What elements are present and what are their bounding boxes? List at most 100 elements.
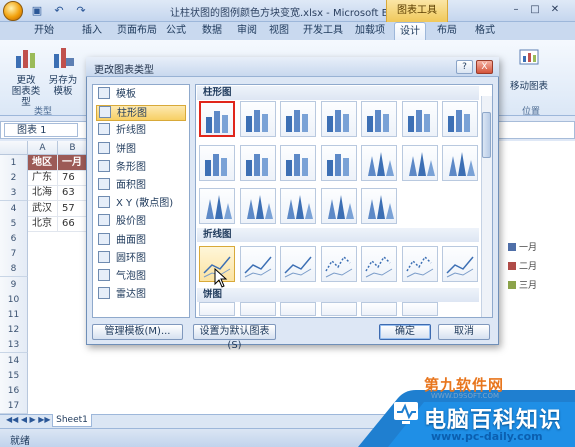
- line-chart-thumbnail[interactable]: [280, 246, 316, 282]
- row-header[interactable]: 9: [0, 276, 28, 293]
- cell[interactable]: 63: [58, 185, 88, 202]
- category-item[interactable]: 股价图: [96, 214, 186, 230]
- row-header[interactable]: 8: [0, 261, 28, 278]
- pie-chart-thumbnail[interactable]: [401, 302, 438, 316]
- cell[interactable]: 地区: [28, 155, 58, 171]
- category-item[interactable]: 折线图: [96, 123, 186, 139]
- pie-chart-thumbnail[interactable]: [280, 302, 316, 316]
- column-chart-thumbnail[interactable]: [320, 188, 357, 224]
- sheet-tab-sheet1[interactable]: Sheet1: [52, 414, 92, 427]
- cell[interactable]: 武汉: [28, 200, 58, 217]
- column-chart-thumbnail[interactable]: [442, 145, 478, 181]
- pie-chart-thumbnail[interactable]: [239, 302, 276, 316]
- column-chart-thumbnail[interactable]: [361, 101, 397, 137]
- tab-formulas[interactable]: 公式: [161, 22, 191, 40]
- row-header[interactable]: 16: [0, 383, 28, 399]
- tab-design[interactable]: 设计: [394, 22, 426, 40]
- sheet-nav-arrows-icon[interactable]: ◀◀ ◀ ▶ ▶▶: [6, 415, 51, 424]
- tab-home[interactable]: 开始: [29, 22, 59, 40]
- category-item[interactable]: 面积图: [96, 178, 186, 194]
- category-item[interactable]: 柱形图: [96, 105, 186, 122]
- row-header[interactable]: 4: [0, 200, 28, 217]
- column-chart-thumbnail[interactable]: [320, 145, 357, 181]
- row-header[interactable]: 12: [0, 322, 28, 339]
- cell[interactable]: 北京: [28, 215, 58, 232]
- row-header[interactable]: 1: [0, 155, 28, 171]
- save-icon[interactable]: ▣: [30, 4, 44, 18]
- tab-format[interactable]: 格式: [470, 22, 500, 40]
- row-header[interactable]: 14: [0, 352, 28, 369]
- column-chart-thumbnail[interactable]: [442, 101, 478, 137]
- column-chart-thumbnail[interactable]: [401, 145, 438, 181]
- tab-view[interactable]: 视图: [264, 22, 294, 40]
- select-all-corner[interactable]: [0, 141, 28, 155]
- column-chart-thumbnail[interactable]: [239, 188, 276, 224]
- row-header[interactable]: 6: [0, 231, 28, 247]
- row-header[interactable]: 2: [0, 170, 28, 187]
- tab-page-layout[interactable]: 页面布局: [112, 22, 162, 40]
- cell[interactable]: 北海: [28, 185, 58, 202]
- column-chart-thumbnail[interactable]: [361, 145, 397, 181]
- minimize-icon[interactable]: –: [508, 3, 524, 18]
- line-chart-thumbnail[interactable]: [361, 246, 397, 282]
- tab-data[interactable]: 数据: [197, 22, 227, 40]
- row-header[interactable]: 7: [0, 246, 28, 263]
- category-item[interactable]: 圆环图: [96, 250, 186, 267]
- column-chart-thumbnail[interactable]: [199, 145, 235, 181]
- column-chart-thumbnail[interactable]: [401, 101, 438, 137]
- column-chart-thumbnail[interactable]: [361, 188, 397, 224]
- dialog-close-button[interactable]: X: [476, 60, 493, 74]
- column-chart-thumbnail[interactable]: [280, 145, 316, 181]
- column-chart-thumbnail[interactable]: [239, 101, 276, 137]
- category-item[interactable]: 模板: [96, 87, 186, 103]
- name-box[interactable]: 图表 1: [4, 123, 78, 137]
- cell[interactable]: 76: [58, 170, 88, 187]
- column-chart-thumbnail[interactable]: [239, 145, 276, 181]
- column-chart-thumbnail[interactable]: [199, 188, 235, 224]
- save-as-template-button[interactable]: 另存为 模板: [45, 44, 81, 97]
- manage-templates-button[interactable]: 管理模板(M)...: [92, 324, 183, 340]
- row-header[interactable]: 10: [0, 291, 28, 308]
- cancel-button[interactable]: 取消: [438, 324, 490, 340]
- category-item[interactable]: 饼图: [96, 141, 186, 158]
- move-chart-button[interactable]: 移动图表: [508, 44, 550, 92]
- column-chart-thumbnail[interactable]: [280, 101, 316, 137]
- pie-chart-thumbnail[interactable]: [199, 302, 235, 316]
- row-header[interactable]: 3: [0, 185, 28, 202]
- redo-icon[interactable]: ↷: [74, 4, 88, 18]
- category-item[interactable]: 条形图: [96, 159, 186, 176]
- category-item[interactable]: 气泡图: [96, 269, 186, 285]
- line-chart-thumbnail[interactable]: [239, 246, 276, 282]
- tab-developer[interactable]: 开发工具: [298, 22, 348, 40]
- row-header[interactable]: 17: [0, 398, 28, 415]
- cell[interactable]: 一月: [58, 155, 88, 171]
- category-item[interactable]: 雷达图: [96, 287, 186, 303]
- category-item[interactable]: 曲面图: [96, 232, 186, 249]
- row-header[interactable]: 5: [0, 215, 28, 232]
- row-header[interactable]: 13: [0, 337, 28, 354]
- line-chart-thumbnail[interactable]: [442, 246, 478, 282]
- category-item[interactable]: X Y (散点图): [96, 196, 186, 212]
- tab-layout[interactable]: 布局: [432, 22, 462, 40]
- column-chart-thumbnail[interactable]: [320, 101, 357, 137]
- line-chart-thumbnail[interactable]: [401, 246, 438, 282]
- set-default-chart-button[interactable]: 设置为默认图表(S): [193, 324, 276, 351]
- pie-chart-thumbnail[interactable]: [320, 302, 357, 316]
- cell[interactable]: 66: [58, 215, 88, 232]
- line-chart-thumbnail[interactable]: [320, 246, 357, 282]
- row-header[interactable]: 11: [0, 307, 28, 323]
- column-header-a[interactable]: A: [28, 141, 58, 155]
- maximize-icon[interactable]: □: [527, 3, 543, 18]
- tab-review[interactable]: 审阅: [232, 22, 262, 40]
- tab-insert[interactable]: 插入: [77, 22, 107, 40]
- column-chart-thumbnail[interactable]: [280, 188, 316, 224]
- cell[interactable]: 广东: [28, 170, 58, 187]
- row-header[interactable]: 15: [0, 367, 28, 384]
- ok-button[interactable]: 确定: [379, 324, 431, 340]
- scrollbar-thumb[interactable]: [482, 112, 491, 158]
- column-header-b[interactable]: B: [58, 141, 88, 155]
- column-chart-thumbnail[interactable]: [199, 101, 235, 137]
- undo-icon[interactable]: ↶: [52, 4, 66, 18]
- close-icon[interactable]: ✕: [547, 3, 563, 18]
- tab-addins[interactable]: 加载项: [350, 22, 390, 40]
